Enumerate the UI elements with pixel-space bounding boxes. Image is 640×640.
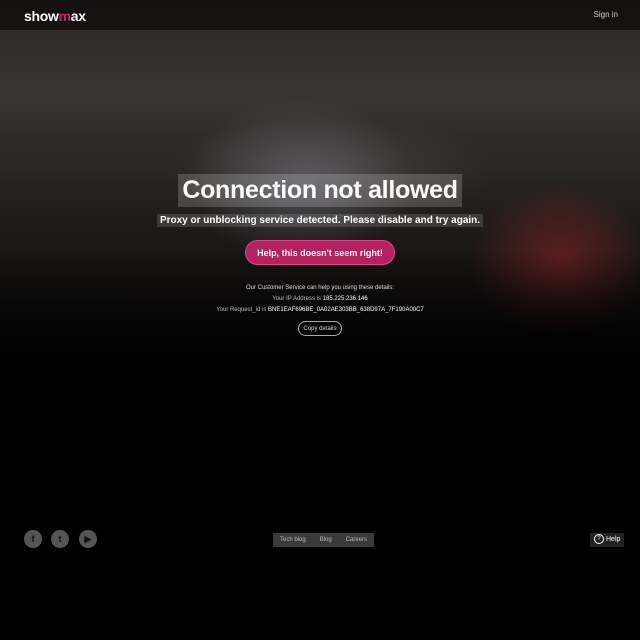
youtube-icon[interactable]: ▶ — [79, 530, 97, 548]
request-label: Your Request_id is — [216, 307, 267, 313]
showmax-logo[interactable]: showmax — [24, 8, 86, 24]
details-intro: Our Customer Service can help you using … — [245, 285, 395, 291]
subtitle-wrap: Proxy or unblocking service detected. Pl… — [0, 210, 640, 228]
request-value: BNE1EAF696BE_0A02AE303BB_638D97A_7F190A0… — [268, 307, 424, 313]
logo-text-accent: m — [58, 8, 71, 24]
sign-in-link[interactable]: Sign in — [594, 10, 618, 19]
help-link[interactable]: ? Help — [590, 533, 625, 547]
footer-links: Tech blog Blog Careers — [273, 533, 375, 547]
footer-link-tech-blog[interactable]: Tech blog — [273, 533, 313, 547]
footer-link-careers[interactable]: Careers — [339, 533, 374, 547]
twitter-icon[interactable]: t — [51, 530, 69, 548]
page-subtitle: Proxy or unblocking service detected. Pl… — [156, 214, 484, 227]
help-label: Help — [606, 536, 621, 543]
page-title: Connection not allowed — [178, 174, 462, 207]
copy-details-button[interactable]: Copy details — [298, 321, 342, 336]
footer-link-blog[interactable]: Blog — [313, 533, 339, 547]
help-icon: ? — [594, 534, 604, 545]
top-bar: showmax Sign in — [0, 0, 640, 30]
facebook-icon[interactable]: f — [24, 530, 42, 548]
help-not-right-button[interactable]: Help, this doesn't seem right! — [245, 240, 395, 265]
ip-label: Your IP Address is — [272, 296, 321, 302]
logo-text-right: ax — [70, 8, 86, 24]
ip-address-line: Your IP Address is 185.225.236.146 — [0, 294, 640, 305]
customer-service-details: Our Customer Service can help you using … — [0, 283, 640, 316]
logo-text-left: show — [24, 8, 59, 24]
request-id-line: Your Request_id is BNE1EAF696BE_0A02AE30… — [0, 305, 640, 316]
ip-value: 185.225.236.146 — [322, 296, 368, 302]
page-title-wrap: Connection not allowed — [0, 174, 640, 207]
